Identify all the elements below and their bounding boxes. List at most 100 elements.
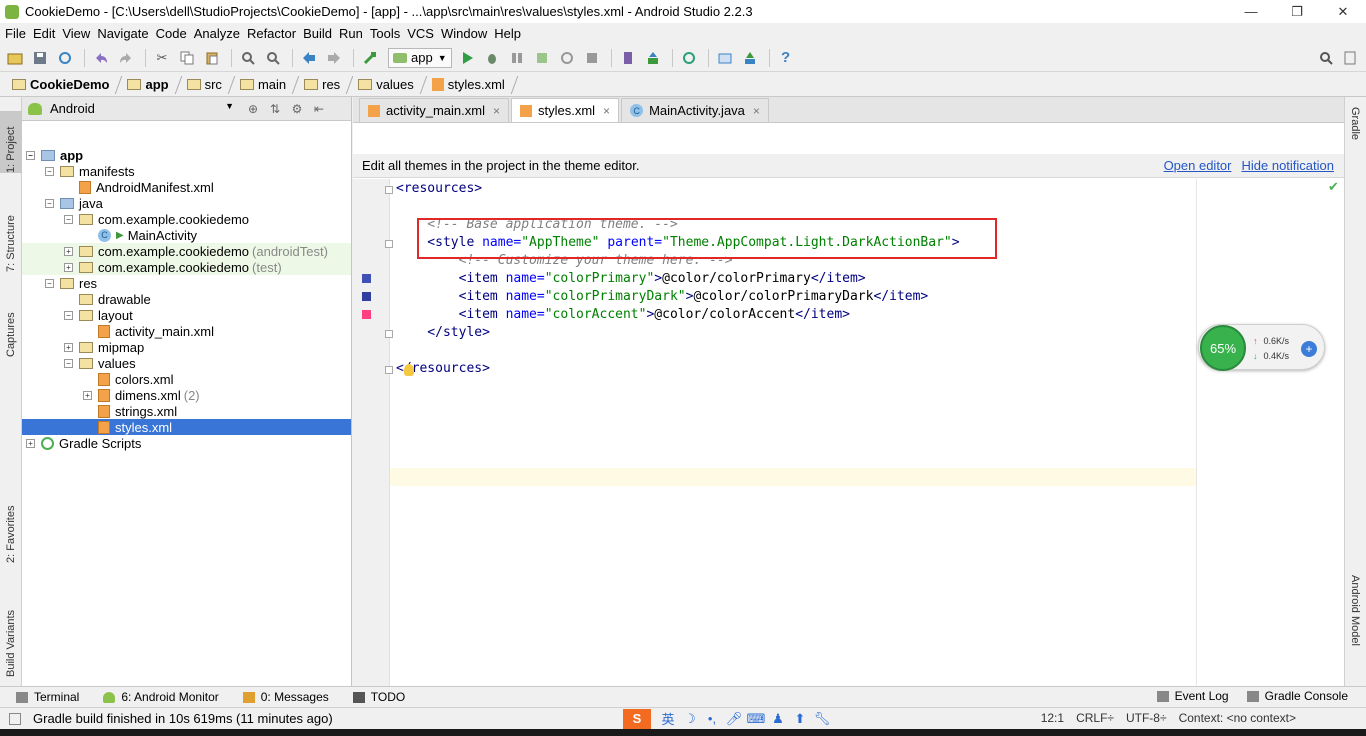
tree-node-main-activity[interactable]: C ▶ MainActivity xyxy=(83,227,197,243)
open-editor-link[interactable]: Open editor xyxy=(1164,158,1232,173)
run-icon[interactable] xyxy=(456,47,478,69)
tree-node-package[interactable]: − com.example.cookiedemo xyxy=(64,211,249,227)
sync-gradle-icon[interactable] xyxy=(678,47,700,69)
avd-icon[interactable] xyxy=(617,47,639,69)
tab-styles[interactable]: styles.xml × xyxy=(510,98,620,122)
menu-run[interactable]: Run xyxy=(337,26,368,41)
menu-analyze[interactable]: Analyze xyxy=(192,26,245,41)
expand-icon[interactable]: + xyxy=(26,438,35,448)
menu-vcs[interactable]: VCS xyxy=(405,26,439,41)
breadcrumb-app[interactable]: app xyxy=(123,75,172,95)
tab-favorites[interactable]: 2: Favorites xyxy=(0,493,22,563)
help-icon[interactable]: ? xyxy=(775,47,797,69)
collapse-icon[interactable]: − xyxy=(26,150,35,160)
breadcrumb-src[interactable]: src xyxy=(183,75,226,95)
collapse-icon[interactable]: − xyxy=(64,310,73,320)
line-separator[interactable]: CRLF÷ xyxy=(1076,711,1114,725)
event-toggle-icon[interactable] xyxy=(1339,47,1361,69)
ime-user-icon[interactable]: ♟ xyxy=(767,709,789,729)
make-icon[interactable] xyxy=(359,47,381,69)
color-primary-swatch[interactable] xyxy=(362,274,371,283)
search-everywhere-icon[interactable] xyxy=(1315,47,1337,69)
collapse-icon[interactable]: − xyxy=(64,214,73,224)
rerun-icon[interactable] xyxy=(556,47,578,69)
tab-android-model[interactable]: Android Model xyxy=(1344,575,1366,677)
tree-node-drawable[interactable]: drawable xyxy=(64,291,151,307)
menu-file[interactable]: File xyxy=(3,26,31,41)
breadcrumb-file[interactable]: styles.xml xyxy=(428,75,509,95)
copy-icon[interactable] xyxy=(176,47,198,69)
color-primary-dark-swatch[interactable] xyxy=(362,292,371,301)
tree-node-package-test[interactable]: + com.example.cookiedemo (test) xyxy=(64,259,282,275)
menu-view[interactable]: View xyxy=(60,26,95,41)
ime-punct-icon[interactable]: •, xyxy=(701,709,723,729)
expand-icon[interactable]: + xyxy=(83,390,92,400)
file-encoding[interactable]: UTF-8÷ xyxy=(1126,711,1167,725)
collapse-icon[interactable]: − xyxy=(45,198,54,208)
tab-terminal[interactable]: Terminal xyxy=(16,690,79,704)
tree-node-java[interactable]: − java xyxy=(45,195,103,211)
tab-todo[interactable]: TODO xyxy=(352,690,405,704)
breadcrumb-res[interactable]: res xyxy=(300,75,344,95)
sdk-icon[interactable] xyxy=(642,47,664,69)
menu-tools[interactable]: Tools xyxy=(368,26,405,41)
menu-navigate[interactable]: Navigate xyxy=(95,26,153,41)
fold-marker[interactable] xyxy=(385,240,393,248)
tree-node-dimens[interactable]: + dimens.xml (2) xyxy=(83,387,200,403)
apply-changes-icon[interactable] xyxy=(531,47,553,69)
hide-notification-link[interactable]: Hide notification xyxy=(1242,158,1335,173)
tree-node-strings[interactable]: strings.xml xyxy=(83,403,177,419)
paste-icon[interactable] xyxy=(201,47,223,69)
sogou-ime-icon[interactable]: S xyxy=(623,708,651,729)
expand-icon[interactable]: + xyxy=(64,246,73,256)
menu-refactor[interactable]: Refactor xyxy=(245,26,301,41)
tab-gradle[interactable]: Gradle xyxy=(1344,107,1366,167)
tree-node-res[interactable]: − res xyxy=(45,275,97,291)
ime-upload-icon[interactable]: ⬆ xyxy=(789,709,811,729)
menu-edit[interactable]: Edit xyxy=(31,26,60,41)
tool-windows-icon[interactable] xyxy=(9,712,21,725)
debug-icon[interactable] xyxy=(481,47,503,69)
close-button[interactable]: ✕ xyxy=(1320,0,1366,23)
breadcrumb-values[interactable]: values xyxy=(354,75,418,95)
open-icon[interactable] xyxy=(4,47,26,69)
forward-icon[interactable] xyxy=(323,47,345,69)
collapse-all-icon[interactable]: ⇅ xyxy=(266,100,284,118)
tree-node-android-manifest[interactable]: AndroidManifest.xml xyxy=(64,179,214,195)
attach-icon[interactable] xyxy=(506,47,528,69)
tree-node-app[interactable]: − app xyxy=(26,147,83,163)
project-view-select[interactable]: Android ▼ xyxy=(50,101,240,116)
cursor-position[interactable]: 12:1 xyxy=(1041,711,1064,725)
menu-window[interactable]: Window xyxy=(439,26,492,41)
expand-icon[interactable]: + xyxy=(64,262,73,272)
menu-help[interactable]: Help xyxy=(492,26,526,41)
tree-node-gradle-scripts[interactable]: + Gradle Scripts xyxy=(26,435,141,451)
hide-panel-icon[interactable]: ⇤ xyxy=(310,100,328,118)
boost-plus-icon[interactable]: + xyxy=(1301,341,1317,357)
breadcrumb-project[interactable]: CookieDemo xyxy=(8,75,113,95)
ime-moon-icon[interactable]: ☽ xyxy=(679,709,701,729)
tree-node-activity-main[interactable]: activity_main.xml xyxy=(83,323,214,339)
close-icon[interactable]: × xyxy=(603,104,610,118)
ime-mic-icon[interactable]: 🎤︎ xyxy=(723,709,745,729)
fold-marker[interactable] xyxy=(385,366,393,374)
sync-icon[interactable] xyxy=(54,47,76,69)
find-icon[interactable] xyxy=(237,47,259,69)
ime-keyboard-icon[interactable]: ⌨ xyxy=(745,709,767,729)
tab-project[interactable]: 1: Project xyxy=(0,111,22,173)
tab-android-monitor[interactable]: 6: Android Monitor xyxy=(103,690,219,704)
breadcrumb-main[interactable]: main xyxy=(236,75,290,95)
ime-wrench-icon[interactable]: 🔧︎ xyxy=(811,709,833,729)
menu-build[interactable]: Build xyxy=(301,26,337,41)
tree-node-values[interactable]: − values xyxy=(64,355,136,371)
back-icon[interactable] xyxy=(298,47,320,69)
tree-node-colors[interactable]: colors.xml xyxy=(83,371,174,387)
fold-marker[interactable] xyxy=(385,186,393,194)
network-speed-widget[interactable]: 65% ↑ 0.6K/s ↓ 0.4K/s + xyxy=(1198,324,1325,371)
expand-icon[interactable]: + xyxy=(64,342,73,352)
close-icon[interactable]: × xyxy=(753,104,760,118)
collapse-icon[interactable]: − xyxy=(45,166,54,176)
tab-build-variants[interactable]: Build Variants xyxy=(0,595,22,677)
tree-node-mipmap[interactable]: + mipmap xyxy=(64,339,144,355)
locate-icon[interactable]: ⊕ xyxy=(244,100,262,118)
